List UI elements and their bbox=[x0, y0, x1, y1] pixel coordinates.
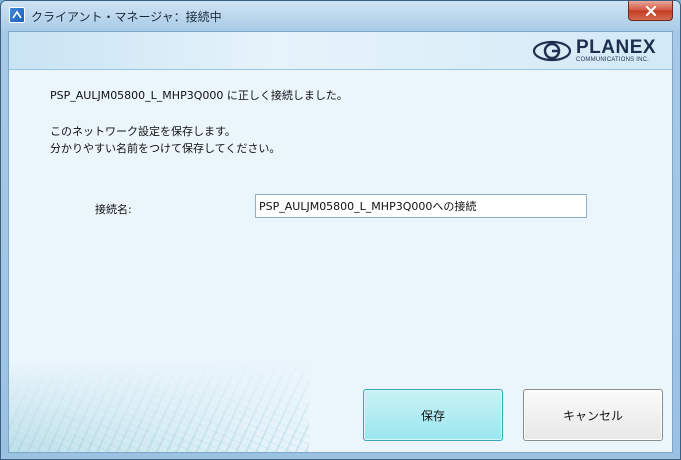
window-title: クライアント・マネージャ：接続中 bbox=[31, 10, 222, 24]
app-icon bbox=[9, 7, 25, 23]
close-icon bbox=[645, 5, 656, 16]
connection-name-label: 接続名: bbox=[95, 203, 132, 216]
save-button[interactable]: 保存 bbox=[363, 389, 503, 441]
decorative-pattern bbox=[9, 362, 309, 452]
header-banner: PLANEX COMMUNICATIONS INC. bbox=[9, 32, 672, 70]
planex-logo-icon bbox=[532, 40, 572, 62]
brand-name: PLANEX bbox=[576, 37, 657, 58]
close-button[interactable] bbox=[628, 1, 673, 21]
dialog-body: PLANEX COMMUNICATIONS INC. PSP_AULJM0580… bbox=[8, 31, 673, 453]
save-notice: このネットワーク設定を保存します。 bbox=[50, 125, 236, 138]
cancel-button[interactable]: キャンセル bbox=[523, 389, 663, 441]
dialog-window: クライアント・マネージャ：接続中 PLANEX COMMUNICATIONS I… bbox=[0, 0, 681, 460]
planex-logo: PLANEX COMMUNICATIONS INC. bbox=[532, 36, 664, 66]
connected-message: PSP_AULJM05800_L_MHP3Q000 に正しく接続しました。 bbox=[50, 89, 348, 102]
brand-tagline: COMMUNICATIONS INC. bbox=[576, 57, 650, 63]
title-bar[interactable]: クライアント・マネージャ：接続中 bbox=[1, 1, 680, 31]
connection-name-input[interactable] bbox=[255, 194, 587, 218]
name-hint: 分かりやすい名前をつけて保存してください。 bbox=[50, 142, 281, 155]
